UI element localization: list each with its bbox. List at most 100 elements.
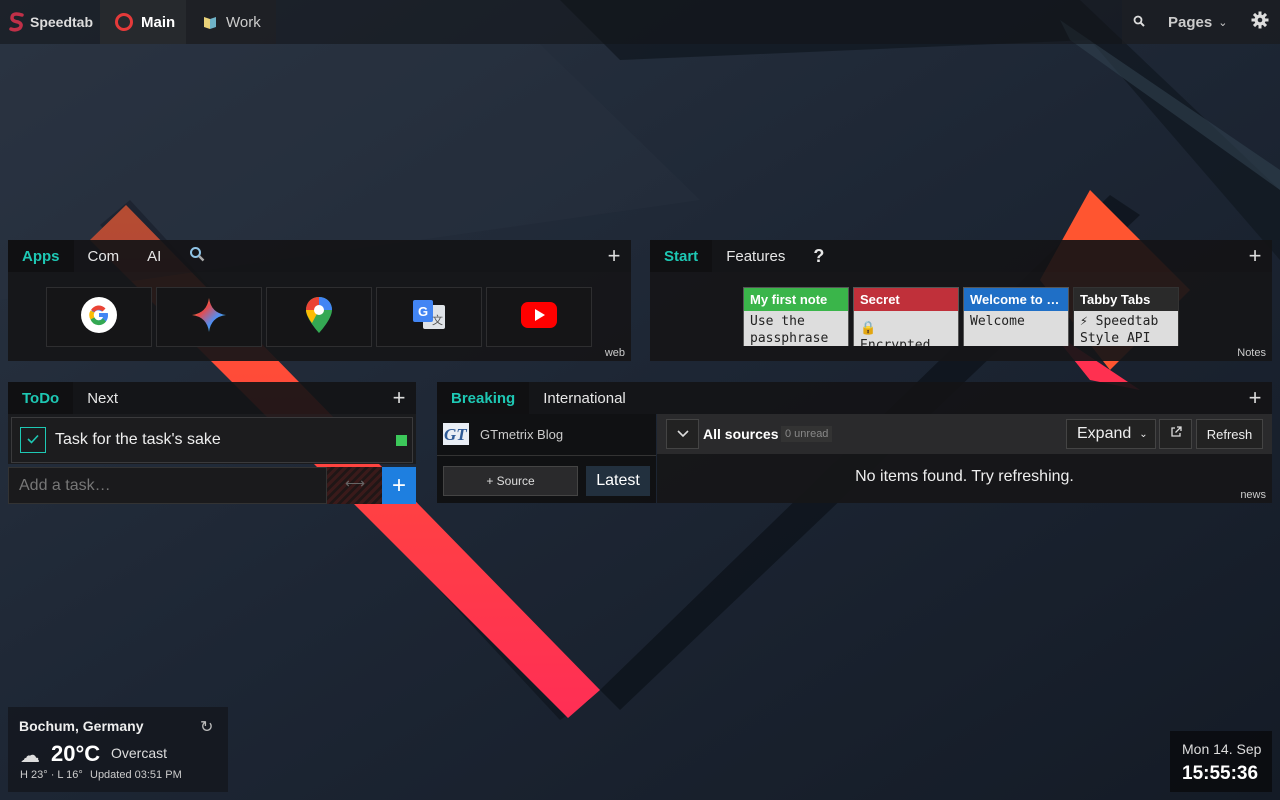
task-checkbox[interactable]: [20, 427, 46, 453]
news-panel: Breaking International + GT GTmetrix Blo…: [437, 382, 1272, 503]
tab-start[interactable]: Start: [650, 240, 713, 272]
svg-text:文: 文: [432, 313, 443, 327]
add-task-button[interactable]: +: [382, 467, 416, 504]
note-title: Tabby Tabs: [1074, 288, 1178, 311]
task-priority-marker[interactable]: [396, 435, 407, 446]
svg-text:G: G: [418, 304, 428, 319]
apps-grid: G文 web: [8, 272, 631, 361]
chevron-down-icon: ⌄: [1139, 428, 1148, 440]
chevron-down-icon: ⌄: [1218, 16, 1228, 29]
source-item[interactable]: GT GTmetrix Blog: [437, 416, 656, 456]
search-button[interactable]: [1122, 0, 1156, 44]
refresh-button[interactable]: Refresh: [1196, 419, 1263, 449]
note-card[interactable]: My first note Use the passphrase: [743, 287, 849, 346]
task-input-placeholder: Add a task…: [19, 477, 111, 494]
svg-text:GT: GT: [444, 425, 467, 444]
gear-icon: [1251, 11, 1269, 33]
expand-dropdown[interactable]: Expand ⌄: [1066, 419, 1156, 449]
empty-message: No items found. Try refreshing.: [855, 468, 1074, 485]
notes-panel: Start Features ? + My first note Use the…: [650, 240, 1272, 361]
top-bar: Speedtab Main Work Pages ⌄: [0, 0, 1280, 44]
gemini-icon: [191, 297, 227, 338]
latest-button[interactable]: Latest: [586, 466, 650, 496]
speedtab-logo-icon: [8, 12, 26, 32]
todo-tabbar: ToDo Next: [8, 382, 416, 414]
gtmetrix-icon: GT: [443, 423, 469, 445]
swap-icon: ⟷: [345, 475, 366, 491]
pages-dropdown[interactable]: Pages ⌄: [1156, 0, 1240, 44]
app-gemini[interactable]: [156, 287, 262, 347]
brand[interactable]: Speedtab: [0, 0, 100, 44]
collapse-toggle[interactable]: [666, 419, 699, 449]
tab-apps[interactable]: Apps: [8, 240, 74, 272]
add-todo-list-button[interactable]: +: [382, 382, 416, 414]
tab-next[interactable]: Next: [73, 382, 132, 414]
chevron-down-icon: [676, 425, 689, 443]
apps-search-tab[interactable]: [175, 240, 219, 272]
tab-work[interactable]: Work: [186, 0, 276, 44]
add-source-button[interactable]: + Source: [443, 466, 578, 496]
todo-panel: ToDo Next + Task for the task's sake Add…: [8, 382, 416, 504]
opera-icon: [115, 13, 133, 31]
check-icon: [27, 431, 39, 449]
youtube-icon: [521, 301, 557, 333]
search-icon: [189, 246, 205, 266]
external-link-icon: [1170, 425, 1182, 443]
tab-com[interactable]: Com: [74, 240, 134, 272]
google-icon: [80, 296, 118, 339]
note-title: Secret: [854, 288, 958, 311]
weather-updated: Updated 03:51 PM: [90, 769, 182, 781]
note-card[interactable]: Secret 🔒 Encrypted: [853, 287, 959, 346]
note-card[interactable]: Tabby Tabs ⚡ Speedtab Style API: [1073, 287, 1179, 346]
notes-tabbar: Start Features ?: [650, 240, 1272, 272]
tab-features[interactable]: Features: [712, 240, 799, 272]
tab-main[interactable]: Main: [100, 0, 186, 44]
note-body: Welcome: [964, 311, 1068, 346]
apps-panel: Apps Com AI + G文 web: [8, 240, 631, 361]
task-item[interactable]: Task for the task's sake: [11, 417, 413, 463]
tab-main-label: Main: [141, 13, 176, 31]
news-tabbar: Breaking International: [437, 382, 1272, 414]
task-reorder-handle[interactable]: ⟷: [327, 467, 382, 504]
expand-label: Expand: [1077, 425, 1132, 442]
apps-tabbar: Apps Com AI: [8, 240, 631, 272]
weather-location: Bochum, Germany: [19, 718, 144, 734]
tab-international[interactable]: International: [529, 382, 640, 414]
add-note-button[interactable]: +: [1238, 240, 1272, 272]
weather-high-low: H 23° · L 16°: [20, 769, 83, 781]
app-youtube[interactable]: [486, 287, 592, 347]
app-google[interactable]: [46, 287, 152, 347]
pages-label: Pages: [1168, 13, 1213, 31]
add-app-button[interactable]: +: [597, 240, 631, 272]
task-text: Task for the task's sake: [55, 431, 221, 448]
news-sources: GT GTmetrix Blog + Source Latest: [437, 414, 656, 503]
note-body: ⚡ Speedtab Style API: [1074, 311, 1178, 346]
note-title: Welcome to …: [964, 288, 1068, 311]
app-maps[interactable]: [266, 287, 372, 347]
cloud-icon: ☁: [20, 745, 40, 767]
tab-help[interactable]: ?: [799, 240, 838, 272]
book-icon: [202, 14, 218, 30]
all-sources-label[interactable]: All sources: [703, 426, 778, 442]
apps-corner-label: web: [604, 347, 625, 359]
feed-header: All sources 0 unread Expand ⌄ Refresh: [657, 414, 1272, 454]
task-input[interactable]: Add a task…: [8, 467, 327, 504]
clock-widget: Mon 14. Sep 15:55:36: [1170, 731, 1272, 792]
news-feed: All sources 0 unread Expand ⌄ Refresh No…: [657, 414, 1272, 503]
note-body: 🔒 Encrypted: [854, 311, 958, 346]
notes-list: My first note Use the passphrase Secret …: [650, 272, 1272, 361]
tab-breaking[interactable]: Breaking: [437, 382, 530, 414]
search-icon: [1133, 14, 1145, 31]
weather-condition: Overcast: [111, 745, 168, 761]
weather-widget: Bochum, Germany ↻ ☁ 20°C Overcast H 23° …: [8, 707, 228, 792]
note-body: Use the passphrase: [744, 311, 848, 346]
open-external-button[interactable]: [1159, 419, 1192, 449]
settings-button[interactable]: [1240, 0, 1280, 44]
add-feed-button[interactable]: +: [1238, 382, 1272, 414]
tab-todo[interactable]: ToDo: [8, 382, 74, 414]
refresh-icon[interactable]: ↻: [200, 717, 213, 737]
app-translate[interactable]: G文: [376, 287, 482, 347]
source-name: GTmetrix Blog: [480, 427, 564, 442]
note-card[interactable]: Welcome to … Welcome: [963, 287, 1069, 346]
tab-ai[interactable]: AI: [133, 240, 175, 272]
